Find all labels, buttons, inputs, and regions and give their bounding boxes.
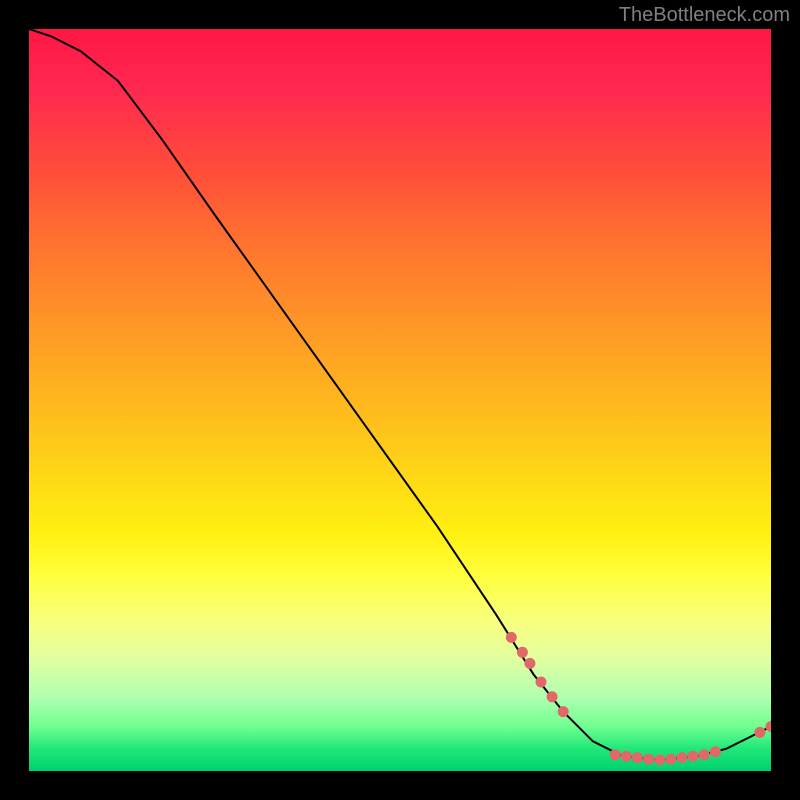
data-marker: [710, 746, 721, 757]
data-marker: [558, 706, 569, 717]
plot-area: [29, 29, 771, 771]
data-marker: [536, 677, 547, 688]
attribution-text: TheBottleneck.com: [619, 4, 790, 27]
data-marker: [766, 721, 772, 732]
data-marker: [632, 752, 643, 763]
data-marker: [665, 754, 676, 765]
data-marker: [699, 749, 710, 760]
data-marker: [677, 752, 688, 763]
data-marker: [524, 658, 535, 669]
data-marker: [754, 727, 765, 738]
data-marker: [654, 754, 665, 765]
data-marker: [547, 691, 558, 702]
data-marker: [610, 749, 621, 760]
data-marker: [688, 751, 699, 762]
bottleneck-curve: [29, 29, 771, 760]
data-marker: [517, 647, 528, 658]
data-marker: [621, 751, 632, 762]
data-marker: [643, 754, 654, 765]
data-marker: [506, 632, 517, 643]
chart-overlay: [29, 29, 771, 771]
